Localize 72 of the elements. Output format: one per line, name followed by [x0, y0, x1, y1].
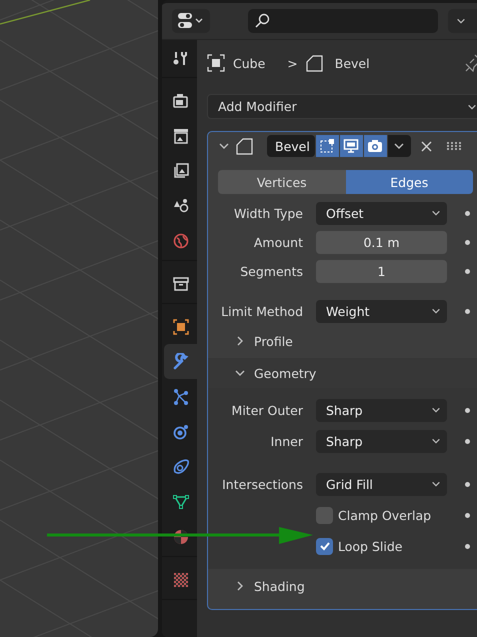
modifier-name-field[interactable]: Bevel	[267, 135, 315, 157]
images-icon	[172, 162, 190, 180]
checkbox-label: Loop Slide	[338, 538, 402, 554]
drag-handle-icon[interactable]	[446, 142, 462, 150]
chevron-down-icon	[431, 436, 441, 446]
chevron-down-icon	[431, 479, 441, 489]
number-field[interactable]: 1	[316, 260, 447, 282]
dropdown[interactable]: Weight	[316, 300, 447, 322]
box-icon	[172, 274, 190, 292]
bevel-icon	[306, 54, 323, 72]
keyframe-dot[interactable]	[465, 240, 470, 244]
nodes-icon	[172, 388, 190, 406]
printer-icon	[172, 92, 190, 110]
orbit-icon	[172, 422, 190, 440]
monitor-icon	[343, 138, 360, 154]
viewport-toggle[interactable]	[340, 135, 363, 157]
field-label: Segments	[239, 264, 303, 278]
sphere-icon	[172, 528, 190, 546]
link-icon	[172, 458, 190, 476]
subpanel-header[interactable]: Geometry	[208, 358, 477, 388]
shapes-icon	[172, 196, 190, 214]
field-label: Intersections	[221, 476, 303, 492]
close-icon[interactable]	[420, 140, 432, 152]
field-label: Limit Method	[220, 304, 303, 318]
dropdown[interactable]: Grid Fill	[316, 472, 447, 496]
keyframe-dot[interactable]	[465, 482, 470, 486]
field-label: Amount	[252, 234, 303, 250]
edit-mode-icon	[319, 138, 336, 154]
keyframe-dot[interactable]	[465, 210, 470, 216]
modifier-name[interactable]: Bevel	[334, 56, 370, 70]
keyframe-dot[interactable]	[465, 438, 470, 444]
keyframe-dot[interactable]	[465, 268, 470, 274]
search-field[interactable]	[248, 9, 438, 33]
field-label: Inner	[270, 434, 303, 448]
image-frame-icon	[172, 126, 190, 144]
breadcrumb-separator: >	[287, 56, 298, 70]
chevron-down-icon	[431, 306, 441, 316]
segment-tab[interactable]: Vertices	[218, 170, 346, 194]
checkbox[interactable]	[316, 538, 333, 554]
field-label: Width Type	[232, 206, 303, 220]
checkmark-icon	[318, 540, 330, 552]
triangle-icon	[172, 492, 190, 510]
chevron-down-icon	[431, 405, 441, 415]
modifier-tab[interactable]	[164, 344, 197, 379]
checkbox[interactable]	[316, 506, 333, 524]
number-field[interactable]: 0.1 m	[316, 230, 447, 254]
field-label: Miter Outer	[230, 402, 303, 418]
camera-icon	[367, 138, 384, 154]
square-icon	[172, 318, 190, 336]
object-icon	[207, 54, 225, 72]
dropdown[interactable]: Offset	[316, 202, 447, 224]
dropdown[interactable]: Sharp	[316, 398, 447, 422]
search-icon	[254, 13, 270, 29]
keyframe-dot[interactable]	[465, 408, 470, 412]
segment-tab[interactable]: Edges	[346, 170, 473, 194]
object-name[interactable]: Cube	[233, 56, 266, 70]
keyframe-dot[interactable]	[465, 308, 470, 314]
checkbox-label: Clamp Overlap	[338, 508, 432, 522]
checker-icon	[172, 570, 190, 588]
wrench-icon	[172, 352, 190, 370]
bevel-icon	[236, 138, 253, 154]
edit-mode-toggle[interactable]	[316, 135, 339, 157]
keyframe-dot[interactable]	[465, 512, 470, 518]
editor-type-button[interactable]	[172, 9, 210, 33]
camera-toggle[interactable]	[364, 135, 387, 157]
keyframe-dot[interactable]	[465, 544, 470, 548]
chevron-down-icon	[456, 16, 466, 26]
modifier-menu-dropdown[interactable]	[388, 135, 411, 157]
dropdown[interactable]: Sharp	[316, 430, 447, 452]
globe-icon	[172, 232, 190, 250]
add-modifier-dropdown[interactable]: Add Modifier	[207, 94, 477, 119]
chevron-down-icon	[431, 208, 441, 218]
